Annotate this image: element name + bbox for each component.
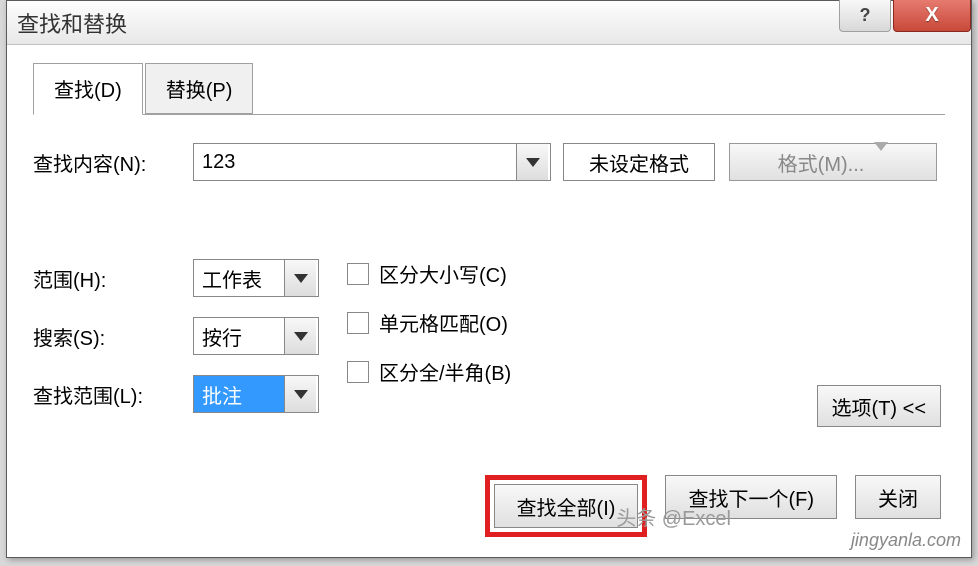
look-in-dropdown-arrow[interactable]: [284, 376, 316, 412]
chevron-down-icon: [526, 158, 540, 167]
help-button[interactable]: ?: [839, 0, 891, 32]
find-content-combo[interactable]: [193, 143, 551, 181]
options-toggle-label: 选项(T) <<: [832, 392, 926, 421]
chevron-down-icon: [294, 332, 308, 341]
whole-cell-label: 单元格匹配(O): [379, 308, 508, 337]
search-dir-dropdown-arrow[interactable]: [284, 318, 316, 354]
format-button-label: 格式(M)...: [778, 148, 865, 177]
match-case-checkbox[interactable]: [347, 263, 369, 285]
find-replace-dialog: 查找和替换 ? X 查找(D) 替换(P) 查找内容(N): 未设定格式: [6, 0, 972, 558]
scope-select[interactable]: [193, 259, 319, 297]
dropdown-column: 范围(H): 搜索(S):: [33, 259, 319, 413]
whole-cell-checkbox[interactable]: [347, 312, 369, 334]
match-width-checkbox[interactable]: [347, 361, 369, 383]
options-toggle-button[interactable]: 选项(T) <<: [817, 385, 941, 427]
options-section: 范围(H): 搜索(S):: [33, 259, 945, 413]
match-width-label: 区分全/半角(B): [379, 357, 511, 386]
titlebar-buttons: ? X: [839, 0, 971, 32]
checkbox-column: 区分大小写(C) 单元格匹配(O) 区分全/半角(B): [319, 259, 511, 386]
scope-label: 范围(H):: [33, 264, 193, 293]
close-button[interactable]: 关闭: [855, 475, 941, 519]
tab-bar: 查找(D) 替换(P): [33, 63, 945, 115]
find-content-input[interactable]: [194, 144, 516, 180]
format-preview: 未设定格式: [563, 143, 715, 181]
find-content-dropdown-arrow[interactable]: [516, 144, 548, 180]
format-button[interactable]: 格式(M)...: [729, 143, 937, 181]
look-in-select[interactable]: [193, 375, 319, 413]
tab-replace-label: 替换(P): [166, 80, 233, 102]
tab-replace[interactable]: 替换(P): [145, 63, 254, 114]
action-buttons: 查找全部(I) 查找下一个(F) 关闭: [7, 475, 971, 537]
titlebar: 查找和替换 ? X: [7, 1, 971, 45]
search-dir-select[interactable]: [193, 317, 319, 355]
match-case-label: 区分大小写(C): [379, 259, 507, 288]
look-in-value[interactable]: [194, 376, 284, 412]
spacer: [33, 195, 945, 255]
watermark-source: 头条 @Excel: [616, 502, 731, 531]
search-dir-label: 搜索(S):: [33, 322, 193, 351]
chevron-down-icon: [294, 390, 308, 399]
match-case-row: 区分大小写(C): [347, 259, 511, 288]
dialog-title: 查找和替换: [7, 7, 127, 39]
find-content-label: 查找内容(N):: [33, 148, 193, 177]
tab-find[interactable]: 查找(D): [33, 63, 143, 115]
search-dir-value[interactable]: [194, 318, 284, 354]
whole-cell-row: 单元格匹配(O): [347, 308, 511, 337]
dialog-content: 查找(D) 替换(P) 查找内容(N): 未设定格式 格式(M)...: [7, 45, 971, 431]
chevron-down-icon: [874, 142, 888, 173]
scope-dropdown-arrow[interactable]: [284, 260, 316, 296]
match-width-row: 区分全/半角(B): [347, 357, 511, 386]
find-content-row: 查找内容(N): 未设定格式 格式(M)...: [33, 143, 945, 181]
format-button-arrow: [874, 151, 888, 174]
scope-value[interactable]: [194, 260, 284, 296]
chevron-down-icon: [294, 274, 308, 283]
look-in-label: 查找范围(L):: [33, 380, 193, 409]
watermark-site: jingyanla.com: [851, 530, 961, 551]
find-all-label: 查找全部(I): [517, 492, 616, 521]
close-label: 关闭: [878, 483, 918, 512]
tab-find-label: 查找(D): [54, 80, 122, 102]
window-close-button[interactable]: X: [893, 0, 971, 32]
